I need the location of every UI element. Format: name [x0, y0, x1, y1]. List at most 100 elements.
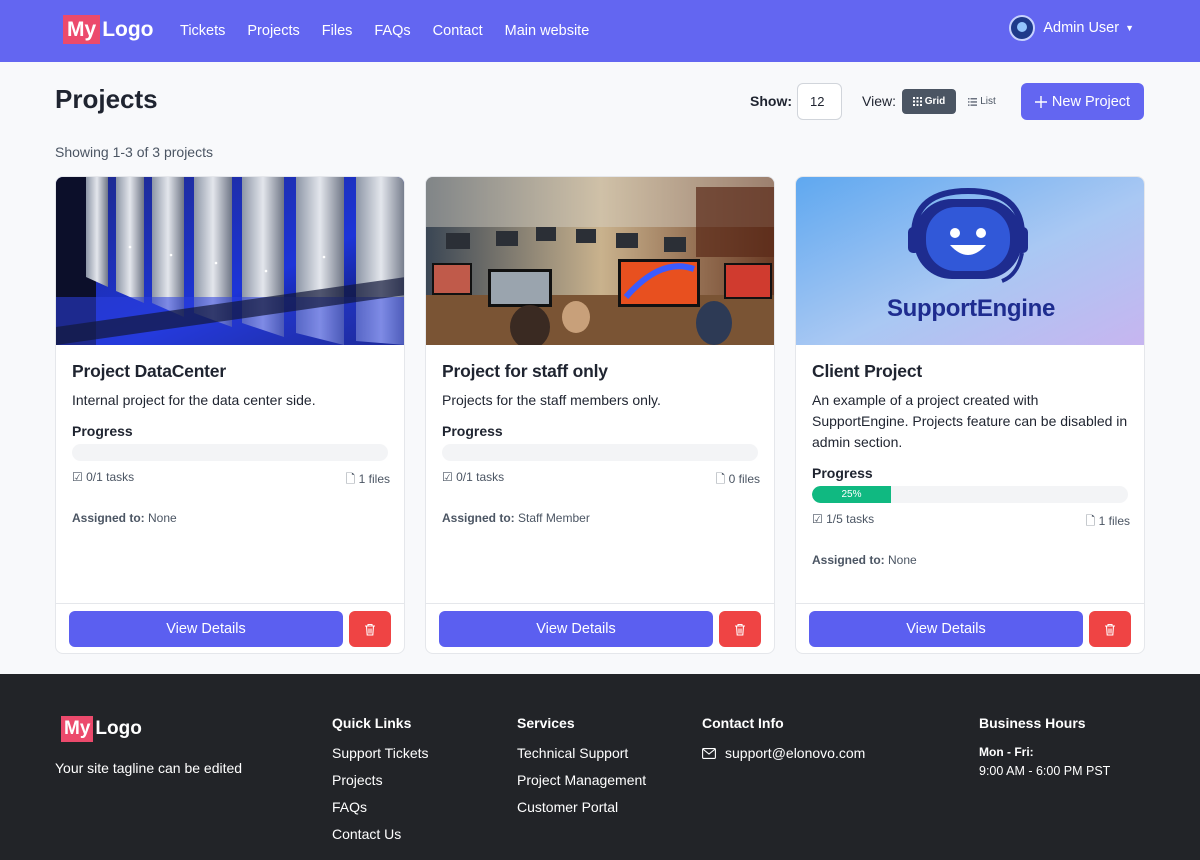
delete-button[interactable] [349, 611, 391, 647]
project-description: Internal project for the data center sid… [72, 392, 316, 408]
nav-link-files[interactable]: Files [322, 23, 353, 39]
results-count: Showing 1-3 of 3 projects [55, 144, 213, 160]
footer-link-faqs[interactable]: FAQs [332, 799, 429, 815]
trash-icon [365, 623, 375, 636]
supportengine-logo-image[interactable]: SupportEngine [796, 177, 1144, 345]
card-body: Client Project An example of a project c… [812, 345, 1130, 567]
view-details-label: View Details [536, 621, 616, 637]
tasks-text: 0/1 tasks [456, 470, 505, 484]
files-text: 1 files [358, 472, 390, 486]
view-list-button[interactable]: List [960, 89, 1004, 114]
nav-link-tickets[interactable]: Tickets [180, 23, 225, 39]
files-count: 🗋 1 files [1086, 512, 1130, 533]
tasks-count: ☑ 0/1 tasks [72, 470, 134, 491]
services-title: Services [517, 715, 575, 731]
project-title[interactable]: Client Project [812, 361, 1130, 382]
nav-link-faqs[interactable]: FAQs [374, 23, 410, 39]
assigned-label: Assigned to: [72, 511, 145, 525]
plus-icon [1034, 95, 1047, 108]
assigned-value: None [888, 553, 917, 567]
view-grid-label: Grid [924, 96, 946, 107]
checkbox-icon: ☑ [72, 470, 83, 484]
project-card: Project for staff only Projects for the … [425, 176, 775, 654]
meta-row: ☑ 0/1 tasks 🗋 0 files [442, 470, 760, 491]
office-workers-image[interactable] [426, 177, 774, 345]
file-icon: 🗋 [345, 472, 356, 486]
tasks-text: 0/1 tasks [86, 470, 135, 484]
files-text: 1 files [1098, 514, 1130, 528]
contact-email[interactable]: support@elonovo.com [702, 745, 865, 761]
footer-logo[interactable]: My Logo [61, 716, 142, 742]
footer-logo-my: My [61, 716, 94, 742]
project-title[interactable]: Project DataCenter [72, 361, 390, 382]
footer-link-technical-support[interactable]: Technical Support [517, 745, 646, 761]
hours-time: 9:00 AM - 6:00 PM PST [979, 764, 1111, 778]
progress-label: Progress [72, 423, 133, 439]
assigned-value: None [148, 511, 177, 525]
file-icon: 🗋 [715, 472, 726, 486]
trash-icon [735, 623, 745, 636]
view-details-button[interactable]: View Details [69, 611, 343, 647]
project-card: Project DataCenter Internal project for … [55, 176, 405, 654]
delete-button[interactable] [1089, 611, 1131, 647]
checkbox-icon: ☑ [442, 470, 453, 484]
list-icon [968, 97, 978, 106]
assigned-label: Assigned to: [442, 511, 515, 525]
view-details-button[interactable]: View Details [439, 611, 713, 647]
meta-row: ☑ 1/5 tasks 🗋 1 files [812, 512, 1130, 533]
nav-link-main-website[interactable]: Main website [505, 23, 590, 39]
hours-title: Business Hours [979, 715, 1086, 731]
logo-my: My [63, 15, 101, 44]
page-title: Projects [55, 84, 158, 114]
user-menu[interactable]: Admin User ▼ [1009, 15, 1134, 41]
view-label: View: [862, 93, 896, 109]
project-title[interactable]: Project for staff only [442, 361, 760, 382]
card-footer: View Details [56, 603, 404, 653]
services-column: Services Technical Support Project Manag… [517, 715, 646, 826]
view-details-button[interactable]: View Details [809, 611, 1083, 647]
footer-link-support-tickets[interactable]: Support Tickets [332, 745, 429, 761]
nav-links: Tickets Projects Files FAQs Contact Main… [180, 0, 611, 62]
tasks-count: ☑ 1/5 tasks [812, 512, 874, 533]
site-logo[interactable]: My Logo [63, 15, 154, 44]
nav-link-projects[interactable]: Projects [247, 23, 299, 39]
files-count: 🗋 1 files [346, 470, 390, 491]
footer-link-customer-portal[interactable]: Customer Portal [517, 799, 646, 815]
card-footer: View Details [796, 603, 1144, 653]
supportengine-wordmark: SupportEngine [886, 295, 1056, 322]
show-label: Show: [750, 93, 792, 109]
hours-days: Mon - Fri: [979, 745, 1034, 759]
assigned-to: Assigned to: None [72, 511, 390, 525]
card-footer: View Details [426, 603, 774, 653]
new-project-button[interactable]: New Project [1021, 83, 1144, 120]
avatar [1009, 15, 1036, 41]
delete-button[interactable] [719, 611, 761, 647]
server-rack-image[interactable] [56, 177, 404, 345]
progress-label: Progress [442, 423, 503, 439]
hours-column: Business Hours Mon - Fri: 9:00 AM - 6:00… [979, 715, 1110, 778]
assigned-value: Staff Member [518, 511, 590, 525]
card-body: Project for staff only Projects for the … [442, 345, 760, 525]
project-description: Projects for the staff members only. [442, 392, 661, 408]
project-card: SupportEngine Client Project An example … [795, 176, 1145, 654]
progress-fill: 25% [812, 486, 891, 503]
quick-links-title: Quick Links [332, 715, 412, 731]
meta-row: ☑ 0/1 tasks 🗋 1 files [72, 470, 390, 491]
footer-link-projects[interactable]: Projects [332, 772, 429, 788]
nav-link-contact[interactable]: Contact [433, 23, 483, 39]
footer-logo-text: Logo [95, 718, 142, 739]
new-project-label: New Project [1051, 93, 1131, 110]
view-list-label: List [980, 96, 996, 107]
footer-link-contact-us[interactable]: Contact Us [332, 826, 429, 842]
logo-text: Logo [102, 17, 154, 41]
progress-bar [72, 444, 388, 461]
project-description: An example of a project created with Sup… [812, 392, 1128, 450]
files-text: 0 files [728, 472, 760, 486]
view-grid-button[interactable]: Grid [902, 89, 956, 114]
assigned-to: Assigned to: None [812, 553, 1130, 567]
navbar: My Logo Tickets Projects Files FAQs Cont… [0, 0, 1200, 62]
tasks-count: ☑ 0/1 tasks [442, 470, 504, 491]
per-page-input[interactable] [797, 83, 842, 120]
footer-link-project-management[interactable]: Project Management [517, 772, 646, 788]
trash-icon [1105, 623, 1115, 636]
